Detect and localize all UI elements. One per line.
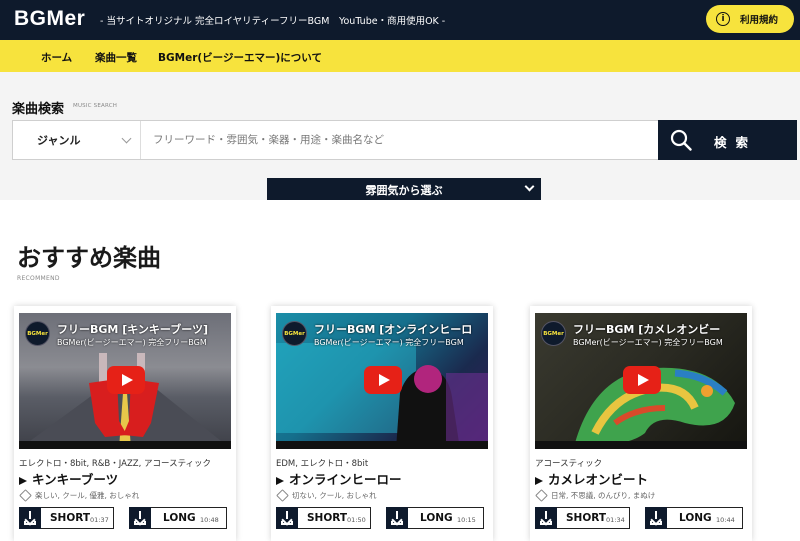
short-label: SHORT — [307, 512, 348, 524]
short-duration: 01:37 — [90, 516, 109, 524]
play-icon[interactable] — [623, 366, 661, 394]
short-duration: 01:50 — [347, 516, 366, 524]
song-card: BGMer フリーBGM [キンキーブーツ] BGMer(ビージーエマー) 完全… — [14, 306, 236, 541]
song-name-link[interactable]: オンラインヒーロー — [276, 469, 402, 488]
video-title: フリーBGM [オンラインヒーロ — [314, 323, 473, 336]
video-thumbnail[interactable]: BGMer フリーBGM [オンラインヒーロ BGMer(ビージーエマー) 完全… — [276, 313, 488, 449]
search-icon — [670, 129, 692, 151]
download-short-button[interactable]: SHORT 01:37 — [19, 507, 114, 529]
song-tags: 日常, 不思議, のんびり, まぬけ — [535, 489, 656, 502]
long-label: LONG — [679, 512, 712, 524]
main-nav: ホーム 楽曲一覧 BGMer(ビージーエマー)について — [0, 40, 800, 72]
site-tagline: - 当サイトオリジナル 完全ロイヤリティーフリーBGM YouTube・商用使用… — [100, 16, 446, 27]
download-icon — [645, 507, 667, 529]
song-name-link[interactable]: キンキーブーツ — [19, 469, 118, 488]
site-logo[interactable]: BGMer — [14, 7, 85, 31]
recommend-subtitle: RECOMMEND — [17, 275, 60, 282]
download-long-button[interactable]: LONG 10:48 — [129, 507, 227, 529]
channel-avatar: BGMer — [541, 321, 566, 346]
long-duration: 10:44 — [716, 516, 735, 524]
download-long-button[interactable]: LONG 10:44 — [645, 507, 743, 529]
short-duration: 01:34 — [606, 516, 625, 524]
download-icon — [276, 507, 298, 529]
video-subtitle: BGMer(ビージーエマー) 完全フリーBGM — [57, 338, 207, 347]
download-short-button[interactable]: SHORT 01:50 — [276, 507, 371, 529]
download-short-button[interactable]: SHORT 01:34 — [535, 507, 630, 529]
nav-song-list[interactable]: 楽曲一覧 — [95, 50, 137, 65]
search-input[interactable] — [153, 121, 653, 159]
search-title: 楽曲検索 — [12, 102, 65, 117]
song-card: BGMer フリーBGM [カメレオンビー BGMer(ビージーエマー) 完全フ… — [530, 306, 752, 541]
song-tags-text: 楽しい, クール, 優雅, おしゃれ — [35, 491, 140, 500]
download-icon — [386, 507, 408, 529]
terms-button[interactable]: i 利用規約 — [706, 5, 794, 33]
song-tags: 切ない, クール, おしゃれ — [276, 489, 377, 502]
song-name: キンキーブーツ — [32, 472, 119, 487]
video-subtitle: BGMer(ビージーエマー) 完全フリーBGM — [573, 338, 723, 347]
play-arrow-icon — [535, 476, 543, 485]
song-card: BGMer フリーBGM [オンラインヒーロ BGMer(ビージーエマー) 完全… — [271, 306, 493, 541]
nav-home[interactable]: ホーム — [41, 50, 72, 65]
download-icon — [19, 507, 41, 529]
download-long-button[interactable]: LONG 10:15 — [386, 507, 484, 529]
video-title: フリーBGM [キンキーブーツ] — [57, 323, 209, 336]
short-label: SHORT — [50, 512, 91, 524]
video-title: フリーBGM [カメレオンビー — [573, 323, 721, 336]
channel-avatar: BGMer — [25, 321, 50, 346]
search-box: ジャンル 検索 — [12, 120, 797, 160]
song-tags-text: 日常, 不思議, のんびり, まぬけ — [551, 491, 656, 500]
tag-icon — [276, 489, 289, 502]
long-duration: 10:15 — [457, 516, 476, 524]
song-genres: エレクトロ・8bit, R&B・JAZZ, アコースティック — [19, 459, 212, 469]
song-genres: EDM, エレクトロ・8bit — [276, 459, 369, 469]
download-icon — [129, 507, 151, 529]
song-tags-text: 切ない, クール, おしゃれ — [292, 491, 377, 500]
recommend-title: おすすめ楽曲 — [17, 244, 161, 272]
song-name: オンラインヒーロー — [289, 472, 402, 487]
song-genres: アコースティック — [535, 459, 603, 469]
mood-select-button[interactable]: 雰囲気から選ぶ — [267, 178, 541, 200]
play-arrow-icon — [19, 476, 27, 485]
genre-label: ジャンル — [37, 134, 81, 147]
thumbnail-bottom-bar — [535, 441, 747, 449]
info-icon: i — [716, 12, 730, 26]
short-label: SHORT — [566, 512, 607, 524]
terms-label: 利用規約 — [740, 15, 779, 26]
thumbnail-bottom-bar — [276, 441, 488, 449]
tag-icon — [19, 489, 32, 502]
long-duration: 10:48 — [200, 516, 219, 524]
song-name-link[interactable]: カメレオンビート — [535, 469, 648, 488]
thumbnail-bottom-bar — [19, 441, 231, 449]
channel-avatar: BGMer — [282, 321, 307, 346]
long-label: LONG — [420, 512, 453, 524]
play-arrow-icon — [276, 476, 284, 485]
mood-label: 雰囲気から選ぶ — [365, 184, 443, 197]
top-header: BGMer - 当サイトオリジナル 完全ロイヤリティーフリーBGM YouTub… — [0, 0, 800, 40]
song-tags: 楽しい, クール, 優雅, おしゃれ — [19, 489, 140, 502]
chevron-down-icon — [121, 133, 132, 144]
search-button[interactable]: 検索 — [658, 120, 797, 160]
download-icon — [535, 507, 557, 529]
video-thumbnail[interactable]: BGMer フリーBGM [カメレオンビー BGMer(ビージーエマー) 完全フ… — [535, 313, 747, 449]
play-icon[interactable] — [364, 366, 402, 394]
video-thumbnail[interactable]: BGMer フリーBGM [キンキーブーツ] BGMer(ビージーエマー) 完全… — [19, 313, 231, 449]
video-subtitle: BGMer(ビージーエマー) 完全フリーBGM — [314, 338, 464, 347]
search-button-label: 検索 — [714, 135, 758, 150]
search-subtitle: MUSIC SEARCH — [73, 103, 118, 109]
play-icon[interactable] — [107, 366, 145, 394]
tag-icon — [535, 489, 548, 502]
genre-select[interactable]: ジャンル — [13, 121, 141, 159]
nav-about[interactable]: BGMer(ビージーエマー)について — [158, 50, 322, 65]
long-label: LONG — [163, 512, 196, 524]
song-name: カメレオンビート — [548, 472, 649, 487]
